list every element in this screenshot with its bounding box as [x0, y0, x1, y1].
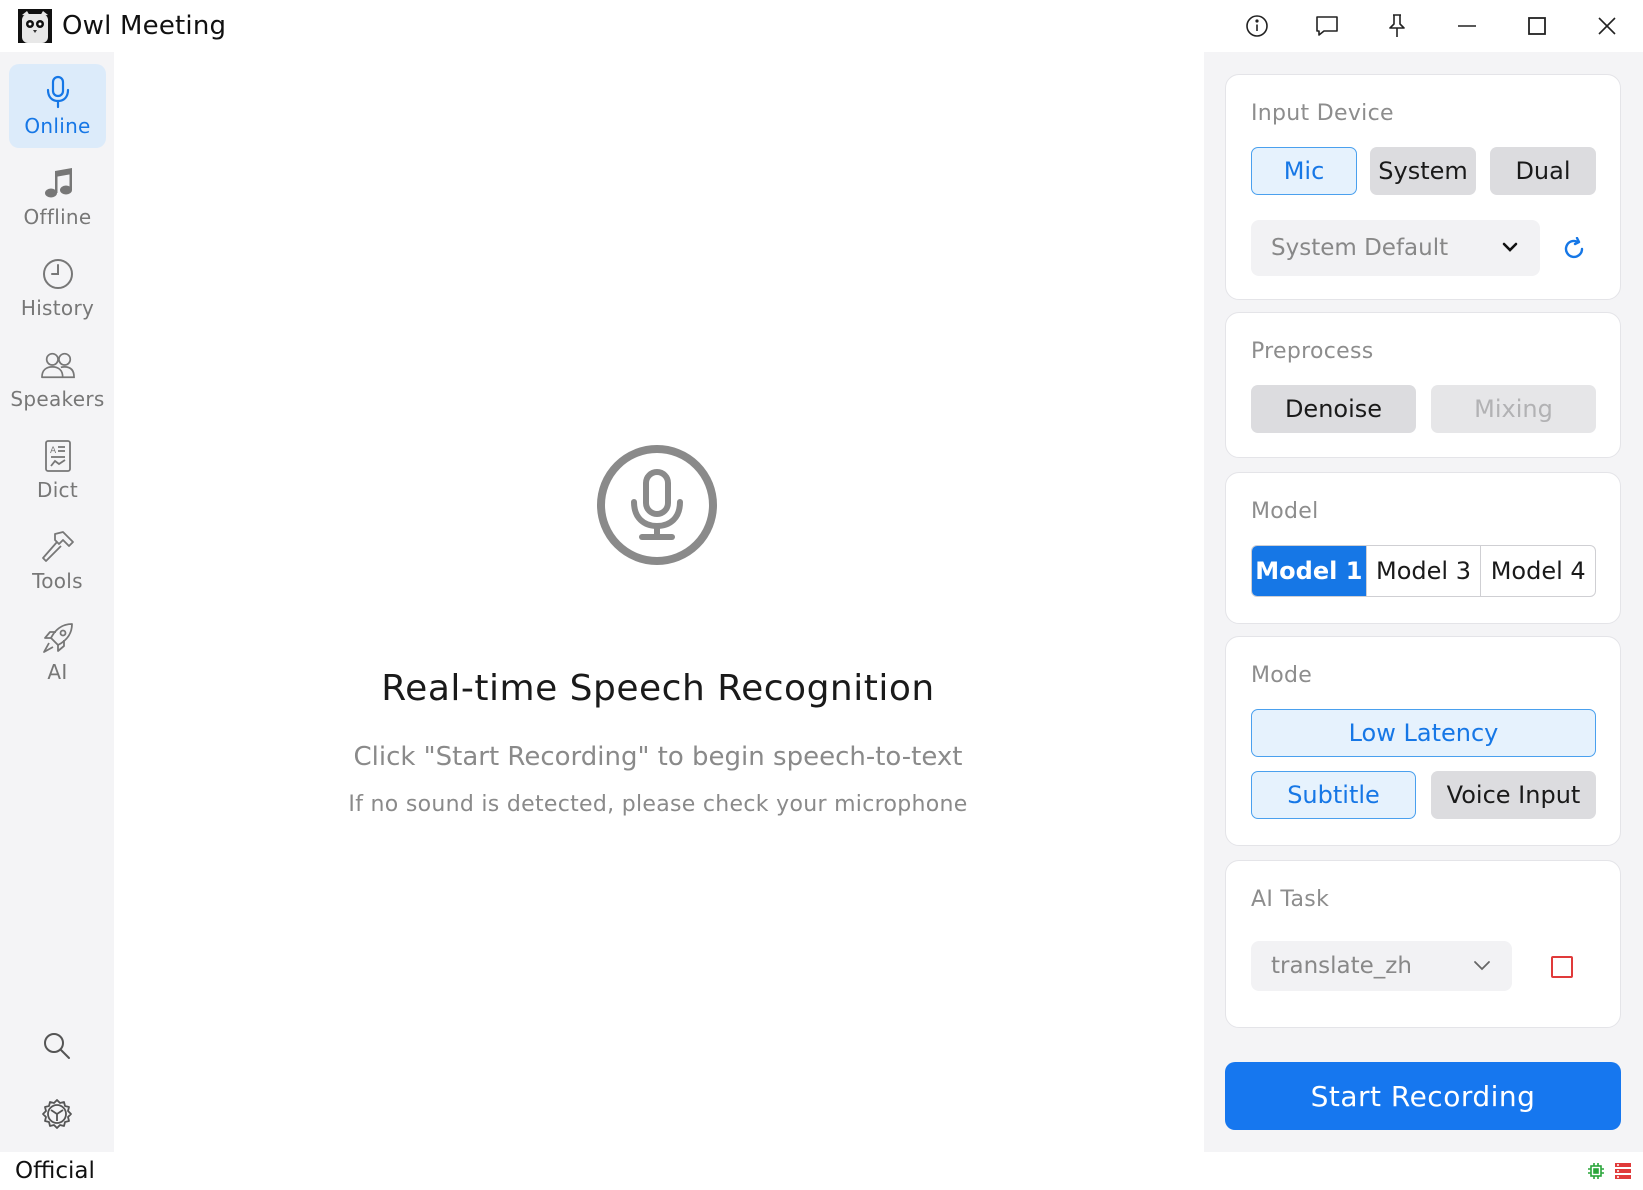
feedback-button[interactable]	[1309, 8, 1345, 44]
sidebar-item-label: History	[20, 295, 95, 320]
denoise-toggle[interactable]: Denoise	[1251, 385, 1416, 433]
sidebar-item-label: Dict	[37, 477, 78, 502]
chip-icon	[1588, 1163, 1604, 1179]
mic-option-button[interactable]: Mic	[1251, 147, 1357, 195]
search-button[interactable]	[37, 1026, 77, 1066]
search-icon	[44, 1033, 70, 1059]
card-title: Model	[1251, 499, 1319, 524]
microphone-icon	[41, 75, 75, 109]
settings-icon	[42, 1099, 72, 1129]
instruction-text: Click "Start Recording" to begin speech-…	[353, 742, 963, 772]
owl-logo-icon	[18, 9, 52, 43]
refresh-icon[interactable]	[1562, 237, 1586, 261]
sidebar-item-dict[interactable]: A Dict	[9, 428, 106, 512]
system-option-button[interactable]: System	[1370, 147, 1476, 195]
sidebar-item-history[interactable]: History	[9, 246, 106, 330]
title-bar: Owl Meeting	[0, 0, 1643, 52]
feedback-icon	[1316, 16, 1338, 36]
start-recording-button[interactable]: Start Recording	[1225, 1062, 1621, 1130]
model-3-option[interactable]: Model 3	[1365, 546, 1481, 596]
chevron-down-icon	[1474, 961, 1490, 971]
maximize-button[interactable]	[1519, 8, 1555, 44]
sidebar-item-speakers[interactable]: Speakers	[9, 337, 106, 421]
status-text: Official	[15, 1158, 95, 1184]
sidebar-item-online[interactable]: Online	[9, 64, 106, 148]
preprocess-card: Preprocess Denoise Mixing	[1225, 312, 1621, 458]
model-4-option[interactable]: Model 4	[1480, 546, 1595, 596]
sidebar-item-tools[interactable]: Tools	[9, 519, 106, 603]
sidebar-item-label: Offline	[23, 204, 92, 229]
input-device-card: Input Device Mic System Dual System Defa…	[1225, 74, 1621, 300]
model-1-option[interactable]: Model 1	[1252, 546, 1366, 596]
sidebar-item-ai[interactable]: AI	[9, 610, 106, 694]
subtitle-toggle[interactable]: Subtitle	[1251, 771, 1416, 819]
settings-button[interactable]	[37, 1094, 77, 1134]
ai-task-card: AI Task translate_zh	[1225, 860, 1621, 1028]
mode-card: Mode Low Latency Subtitle Voice Input	[1225, 636, 1621, 846]
sidebar-item-label: AI	[47, 659, 68, 684]
clock-icon	[41, 257, 75, 291]
settings-panel: Input Device Mic System Dual System Defa…	[1204, 52, 1643, 1152]
device-select-value: System Default	[1271, 235, 1449, 261]
info-button[interactable]	[1239, 8, 1275, 44]
main-area: Real-time Speech Recognition Click "Star…	[114, 52, 1204, 1152]
mixing-toggle[interactable]: Mixing	[1431, 385, 1596, 433]
info-icon	[1246, 15, 1268, 37]
dictionary-icon: A	[41, 439, 75, 473]
music-note-icon	[41, 166, 75, 200]
chevron-down-icon	[1502, 242, 1518, 252]
hint-text: If no sound is detected, please check yo…	[348, 792, 968, 817]
app-title: Owl Meeting	[62, 11, 227, 41]
close-button[interactable]	[1589, 8, 1625, 44]
hammer-icon	[41, 530, 75, 564]
app-window: Owl Meeting Online Offline History Speak…	[0, 0, 1643, 1190]
sidebar-item-offline[interactable]: Offline	[9, 155, 106, 239]
pin-button[interactable]	[1379, 8, 1415, 44]
people-icon	[40, 348, 75, 382]
close-icon	[1598, 17, 1616, 35]
card-title: Preprocess	[1251, 339, 1374, 364]
device-select[interactable]: System Default	[1251, 220, 1540, 276]
ai-task-select-value: translate_zh	[1271, 953, 1412, 979]
ai-task-select[interactable]: translate_zh	[1251, 941, 1512, 991]
ai-task-enable-checkbox[interactable]	[1551, 956, 1573, 978]
sidebar-item-label: Online	[24, 113, 91, 138]
pin-icon	[1389, 14, 1405, 37]
card-title: Input Device	[1251, 101, 1394, 126]
voice-input-toggle[interactable]: Voice Input	[1431, 771, 1596, 819]
svg-text:A: A	[50, 446, 57, 456]
dual-option-button[interactable]: Dual	[1490, 147, 1596, 195]
low-latency-toggle[interactable]: Low Latency	[1251, 709, 1596, 757]
rocket-icon	[41, 621, 75, 655]
model-selector: Model 1 Model 3 Model 4	[1251, 545, 1596, 597]
card-title: AI Task	[1251, 887, 1330, 912]
minimize-button[interactable]	[1449, 8, 1485, 44]
card-title: Mode	[1251, 663, 1313, 688]
sidebar-item-label: Speakers	[10, 386, 105, 411]
page-title: Real-time Speech Recognition	[381, 668, 935, 709]
status-bar: Official	[0, 1152, 1643, 1190]
model-card: Model Model 1 Model 3 Model 4	[1225, 472, 1621, 624]
minimize-icon	[1458, 25, 1476, 27]
maximize-icon	[1528, 17, 1546, 35]
microphone-icon	[597, 445, 717, 565]
sidebar: Online Offline History Speakers A Dict T…	[0, 52, 114, 1152]
sidebar-item-label: Tools	[32, 568, 83, 593]
server-icon	[1615, 1163, 1631, 1179]
